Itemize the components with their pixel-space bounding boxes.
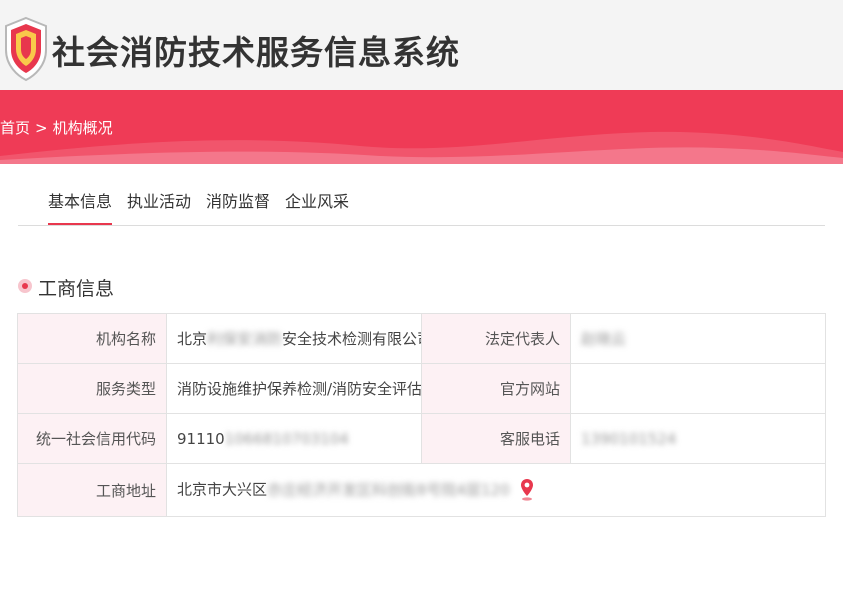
section-bullet-icon xyxy=(18,279,32,293)
location-pin-icon[interactable] xyxy=(520,478,534,502)
website-value[interactable] xyxy=(570,363,826,414)
credit-code-label: 统一社会信用代码 xyxy=(17,413,167,464)
breadcrumb-separator: > xyxy=(35,119,48,137)
shield-logo-icon xyxy=(5,16,47,82)
credit-code-value: 911101066810703104 xyxy=(166,413,422,464)
legal-rep-value: 赵晓云 xyxy=(570,313,826,364)
site-header: 社会消防技术服务信息系统 xyxy=(0,0,843,90)
business-info-table: 机构名称 北京利保安消防安全技术检测有限公司 法定代表人 赵晓云 服务类型 消防… xyxy=(17,313,826,517)
site-title: 社会消防技术服务信息系统 xyxy=(52,33,460,72)
phone-label: 客服电话 xyxy=(421,413,571,464)
address-value: 北京市大兴区亦庄经济开发区科创街8号院4层120 xyxy=(166,463,826,517)
table-row: 工商地址 北京市大兴区亦庄经济开发区科创街8号院4层120 xyxy=(17,463,826,517)
table-row: 统一社会信用代码 911101066810703104 客服电话 1390101… xyxy=(17,413,826,464)
table-row: 服务类型 消防设施维护保养检测/消防安全评估 官方网站 xyxy=(17,363,826,414)
legal-rep-redacted: 赵晓云 xyxy=(581,330,627,348)
service-type-label: 服务类型 xyxy=(17,363,167,414)
phone-redacted: 1390101524 xyxy=(581,429,677,448)
tab-practice-activities[interactable]: 执业活动 xyxy=(127,192,191,222)
org-name-suffix: 安全技术检测有限公司 xyxy=(282,330,422,348)
table-row: 机构名称 北京利保安消防安全技术检测有限公司 法定代表人 赵晓云 xyxy=(17,313,826,364)
address-redacted: 亦庄经济开发区科创街8号院4层120 xyxy=(267,480,510,499)
org-name-label: 机构名称 xyxy=(17,313,167,364)
tab-basic-info[interactable]: 基本信息 xyxy=(48,192,113,225)
service-type-value: 消防设施维护保养检测/消防安全评估 xyxy=(166,363,422,414)
org-name-prefix: 北京 xyxy=(177,330,208,348)
section-title: 工商信息 xyxy=(38,278,115,300)
breadcrumb: 首页 > 机构概况 xyxy=(0,117,113,139)
tab-bar: 基本信息 执业活动 消防监督 企业风采 xyxy=(18,182,825,226)
website-label: 官方网站 xyxy=(421,363,571,414)
phone-value: 1390101524 xyxy=(570,413,826,464)
credit-code-redacted: 1066810703104 xyxy=(224,429,349,448)
tab-company-showcase[interactable]: 企业风采 xyxy=(285,192,349,222)
org-name-value: 北京利保安消防安全技术检测有限公司 xyxy=(166,313,422,364)
breadcrumb-banner xyxy=(0,90,843,164)
banner-wave-decoration xyxy=(0,131,843,164)
org-name-redacted: 利保安消防 xyxy=(207,330,283,348)
breadcrumb-home-link[interactable]: 首页 xyxy=(0,117,30,139)
tab-fire-supervision[interactable]: 消防监督 xyxy=(206,192,270,222)
address-label: 工商地址 xyxy=(17,463,167,517)
legal-rep-label: 法定代表人 xyxy=(421,313,571,364)
credit-code-prefix: 91110 xyxy=(177,429,225,448)
address-prefix: 北京市大兴区 xyxy=(177,480,268,499)
breadcrumb-current: 机构概况 xyxy=(52,119,113,137)
